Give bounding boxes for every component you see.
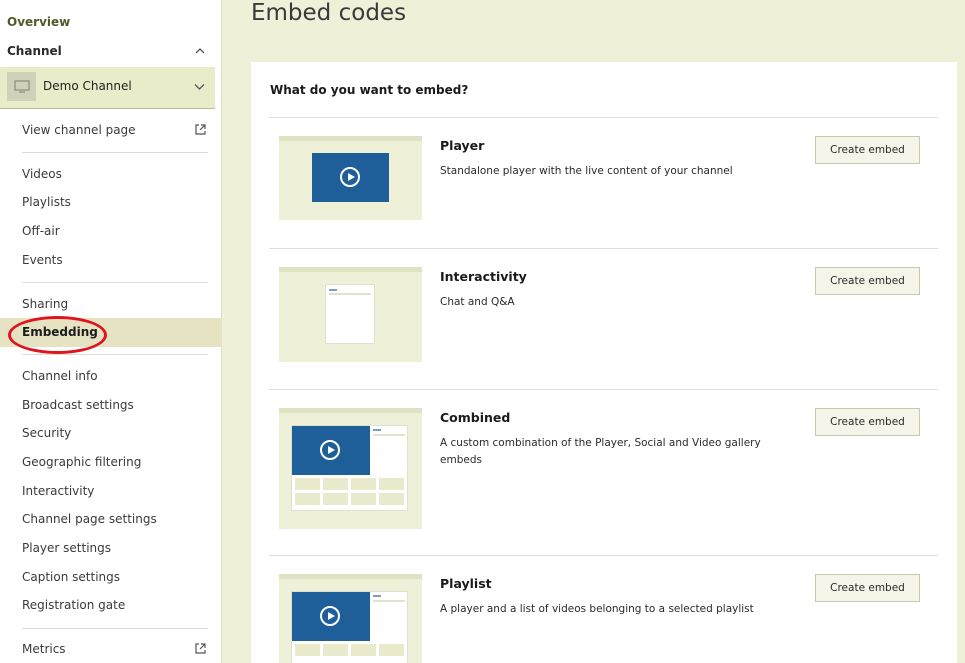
row-title-playlist: Playlist <box>440 576 492 591</box>
combined-frame <box>291 425 408 511</box>
video-preview <box>292 426 370 475</box>
sidebar-item-caption-settings[interactable]: Caption settings <box>22 570 120 584</box>
combined-preview <box>279 408 422 529</box>
sidebar-item-videos[interactable]: Videos <box>22 167 62 181</box>
play-icon <box>320 440 340 460</box>
video-preview <box>312 153 389 202</box>
row-desc-interactivity: Chat and Q&A <box>440 296 515 308</box>
sidebar-divider <box>22 354 208 355</box>
sidebar-item-off-air[interactable]: Off-air <box>22 224 60 238</box>
sidebar-divider <box>22 282 208 283</box>
sidebar-item-playlists[interactable]: Playlists <box>22 195 71 209</box>
sidebar-item-sharing[interactable]: Sharing <box>22 297 68 311</box>
chevron-up-icon[interactable] <box>195 46 205 56</box>
sidebar-item-channel-page-settings[interactable]: Channel page settings <box>22 512 157 526</box>
channel-select-label: Demo Channel <box>43 79 132 93</box>
row-divider <box>269 117 938 118</box>
sidebar-channel-heading[interactable]: Channel <box>7 44 62 58</box>
player-preview <box>279 136 422 220</box>
row-divider <box>269 555 938 556</box>
sidebar-item-broadcast-settings[interactable]: Broadcast settings <box>22 398 134 412</box>
sidebar-divider <box>22 628 208 629</box>
row-desc-playlist: A player and a list of videos belonging … <box>440 603 754 615</box>
sidebar-item-registration-gate[interactable]: Registration gate <box>22 598 125 612</box>
sidebar-item-player-settings[interactable]: Player settings <box>22 541 111 555</box>
play-icon <box>320 606 340 626</box>
sidebar-item-security[interactable]: Security <box>22 426 71 440</box>
row-desc-combined: A custom combination of the Player, Soci… <box>440 437 761 466</box>
red-highlight-circle <box>8 316 107 354</box>
row-title-combined: Combined <box>440 410 511 425</box>
channel-select[interactable]: Demo Channel <box>0 67 215 109</box>
play-icon <box>340 167 360 187</box>
sidebar-item-events[interactable]: Events <box>22 253 63 267</box>
sidebar-overview[interactable]: Overview <box>7 15 70 29</box>
row-divider <box>269 248 938 249</box>
sidebar-item-geographic-filtering[interactable]: Geographic filtering <box>22 455 141 469</box>
page-title: Embed codes <box>251 0 407 26</box>
chat-preview <box>325 284 375 344</box>
external-link-icon[interactable] <box>194 642 207 655</box>
row-title-interactivity: Interactivity <box>440 269 527 284</box>
sidebar-item-channel-info[interactable]: Channel info <box>22 369 98 383</box>
playlist-frame <box>291 591 408 663</box>
create-embed-button-playlist[interactable]: Create embed <box>815 574 920 602</box>
create-embed-button-combined[interactable]: Create embed <box>815 408 920 436</box>
sidebar-item-metrics[interactable]: Metrics <box>22 642 66 656</box>
monitor-icon <box>7 72 36 101</box>
interactivity-preview <box>279 267 422 362</box>
row-desc-player: Standalone player with the live content … <box>440 165 733 177</box>
external-link-icon[interactable] <box>194 123 207 136</box>
row-divider <box>269 389 938 390</box>
row-title-player: Player <box>440 138 485 153</box>
sidebar-item-view-channel-page[interactable]: View channel page <box>22 123 136 137</box>
playlist-preview <box>279 574 422 663</box>
embed-panel: What do you want to embed? Player Standa… <box>251 62 957 663</box>
create-embed-button-interactivity[interactable]: Create embed <box>815 267 920 295</box>
chevron-down-icon <box>194 84 205 90</box>
sidebar-divider <box>22 152 208 153</box>
embed-question: What do you want to embed? <box>270 83 469 97</box>
sidebar: Overview Channel Demo Channel View chann… <box>0 0 222 663</box>
sidebar-item-interactivity[interactable]: Interactivity <box>22 484 94 498</box>
video-preview <box>292 592 370 641</box>
create-embed-button-player[interactable]: Create embed <box>815 136 920 164</box>
